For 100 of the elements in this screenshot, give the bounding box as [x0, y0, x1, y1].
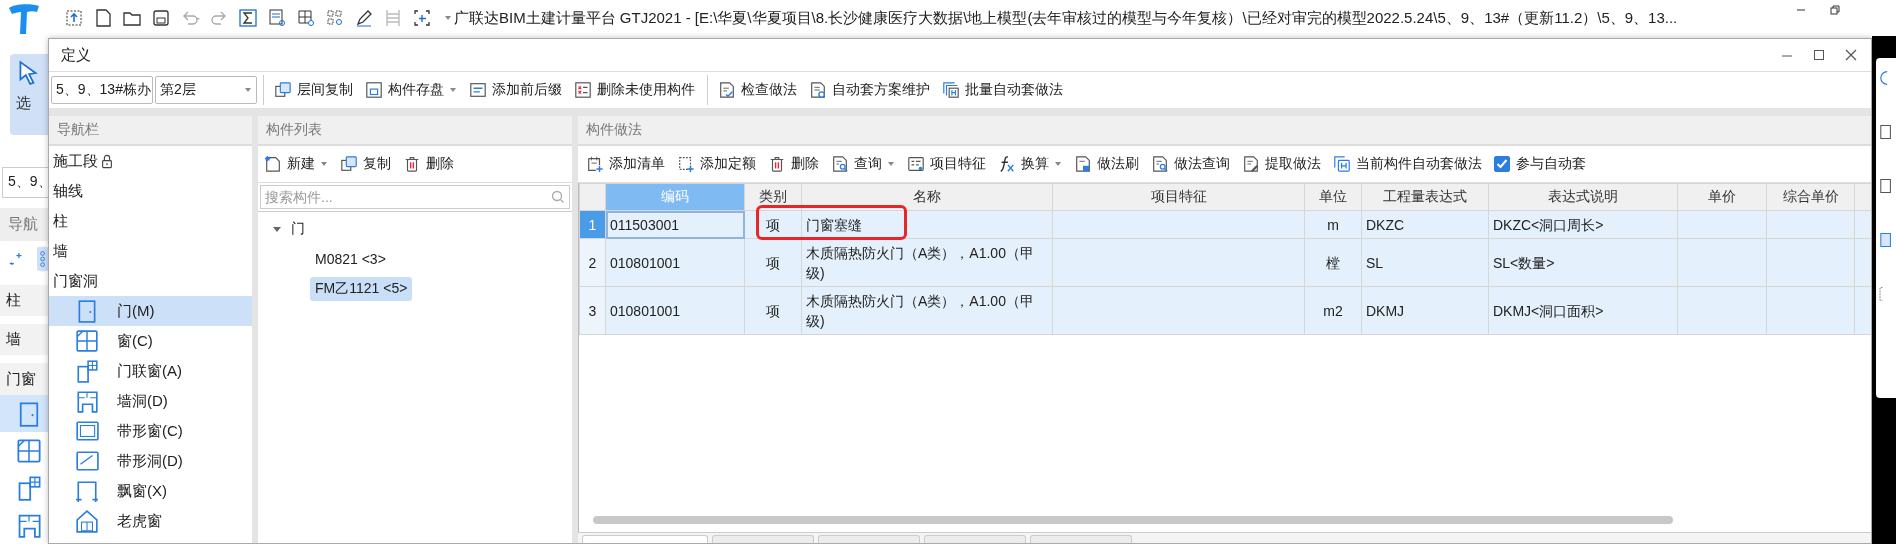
nav-item[interactable]: 轴线: [49, 176, 252, 206]
toolbar-button[interactable]: 删除: [762, 149, 825, 179]
nav-item[interactable]: 带形洞(D): [49, 446, 252, 476]
toolbar-button[interactable]: 提取做法: [1236, 149, 1327, 179]
toolbar-button[interactable]: 删除未使用构件: [568, 75, 701, 105]
toolbar-button[interactable]: 添加前后缀: [463, 75, 568, 105]
nav-item[interactable]: 墙: [49, 236, 252, 266]
search-field[interactable]: 搜索构件...: [260, 185, 570, 209]
caret-icon: [887, 160, 895, 168]
nav-item[interactable]: 老虎窗: [49, 506, 252, 536]
row-number[interactable]: 3: [579, 286, 606, 335]
upload-icon[interactable]: [64, 8, 84, 28]
window-icon[interactable]: [16, 437, 42, 464]
document-gear-icon: [809, 81, 827, 99]
wall-opening-icon[interactable]: [16, 512, 42, 539]
grid-icon[interactable]: [325, 8, 345, 28]
toolbar-button[interactable]: 添加清单: [580, 149, 671, 179]
toolbar-button[interactable]: 删除: [397, 149, 460, 179]
caret-icon[interactable]: [444, 14, 452, 22]
nav-item[interactable]: 门窗: [0, 363, 48, 395]
toolbar-button[interactable]: 做法刷: [1068, 149, 1145, 179]
table-cell: 木质隔热防火门（A类），A1.00（甲级): [801, 238, 1053, 287]
toolbar-button[interactable]: 换算: [992, 149, 1068, 179]
column-header[interactable]: 表达式说明: [1488, 183, 1678, 211]
table-cell: m2: [1304, 286, 1362, 335]
select-value: 第2层: [160, 81, 196, 99]
screenshot-icon[interactable]: [412, 8, 432, 28]
table-cell: 项: [744, 286, 802, 335]
trash-icon: [403, 155, 421, 173]
column-header[interactable]: 综合单价: [1766, 183, 1855, 211]
table-cell: 项: [744, 238, 802, 287]
search-icon: [551, 190, 564, 203]
wall-opening-icon: [75, 389, 99, 413]
table-cell: 门窗塞缝: [801, 210, 1053, 239]
column-header[interactable]: 工程量表达式: [1361, 183, 1489, 211]
table-cell: 010801001: [605, 238, 745, 287]
row-number[interactable]: 2: [579, 238, 606, 287]
tree-item[interactable]: M0821 <3>: [310, 248, 391, 270]
tree-item[interactable]: FM乙1121 <5>: [310, 277, 413, 301]
maximize-icon[interactable]: [1813, 49, 1825, 61]
tree-item[interactable]: 门: [286, 217, 310, 241]
toolbar-button[interactable]: 做法查询: [1145, 149, 1236, 179]
nav-item[interactable]: 窗(C): [49, 326, 252, 356]
building-select[interactable]: 5、9、13#栋办: [51, 76, 153, 104]
nav-item[interactable]: 门窗洞: [49, 266, 252, 296]
nav-item[interactable]: 带形窗(C): [49, 416, 252, 446]
checkbox[interactable]: [1494, 156, 1510, 172]
nav-item[interactable]: 墙洞(D): [49, 386, 252, 416]
nav-item[interactable]: 墙: [0, 324, 48, 356]
panel-title: 导航栏: [49, 116, 252, 146]
column-header[interactable]: 单价: [1677, 183, 1767, 211]
save-icon[interactable]: [151, 8, 171, 28]
nav-item[interactable]: 柱: [49, 206, 252, 236]
column-header[interactable]: 单位: [1304, 183, 1362, 211]
toolbar-button[interactable]: 自动套方案维护: [803, 75, 936, 105]
caret-icon: [1054, 160, 1062, 168]
sum-icon[interactable]: [238, 8, 258, 28]
dormer-window-icon: [75, 509, 99, 533]
expanded-arrow-icon[interactable]: [272, 224, 282, 234]
door-window-icon[interactable]: [16, 475, 42, 502]
select-tool-button[interactable]: 选: [10, 54, 48, 135]
toolbar-button[interactable]: 检查做法: [707, 75, 803, 105]
table-cell: DKMJ: [1361, 286, 1489, 335]
grid-search-icon[interactable]: [296, 8, 316, 28]
window-title: 广联达BIM土建计量平台 GTJ2021 - [E:\华夏\华夏项目\8.长沙健康医疗大数据\地上模型(去年审核过的模型与今年复核）\已经对审完的模型2022.5.24\5、9、13#（更新11.2）\5、9、13...: [454, 8, 1678, 28]
toolbar-button[interactable]: 查询: [825, 149, 901, 179]
add-list-icon: [586, 155, 604, 173]
floor-select[interactable]: 第2层: [155, 76, 257, 104]
toolbar-button[interactable]: 添加定额: [671, 149, 762, 179]
nav-item[interactable]: 门(M): [49, 296, 252, 326]
nav-item[interactable]: 门联窗(A): [49, 356, 252, 386]
table-search-icon[interactable]: [267, 8, 287, 28]
table-cell: SL: [1361, 238, 1489, 287]
toolbar-button[interactable]: 层间复制: [263, 75, 359, 105]
horizontal-scrollbar[interactable]: [593, 516, 1673, 524]
list-delete-icon: [574, 81, 592, 99]
column-header[interactable]: 名称: [801, 183, 1053, 211]
new-document-icon[interactable]: [93, 8, 113, 28]
toolbar-button[interactable]: 批量自动套做法: [936, 75, 1069, 105]
document-brush-icon: [1074, 155, 1092, 173]
nav-item[interactable]: 施工段: [49, 146, 252, 176]
function-icon: [998, 155, 1016, 173]
pen-icon[interactable]: [354, 8, 374, 28]
table-cell: 011503001: [605, 210, 745, 239]
toolbar-button[interactable]: 当前构件自动套做法: [1327, 149, 1488, 179]
dots-icon[interactable]: [36, 246, 48, 272]
add-grid-icon: [677, 155, 695, 173]
toolbar-button[interactable]: 构件存盘: [359, 75, 463, 105]
toolbar-button[interactable]: 复制: [334, 149, 397, 179]
table-cell: DKZC<洞口周长>: [1488, 210, 1678, 239]
column-header[interactable]: 项目特征: [1052, 183, 1305, 211]
nav-item[interactable]: 柱: [0, 284, 48, 317]
caret-icon: [320, 160, 328, 168]
nav-item[interactable]: 飘窗(X): [49, 476, 252, 506]
toolbar-button[interactable]: 新建: [258, 149, 334, 179]
close-icon[interactable]: [1845, 49, 1857, 61]
trash-icon: [768, 155, 786, 173]
toolbar-button[interactable]: 项目特征: [901, 149, 992, 179]
panel-title: 构件列表: [258, 116, 572, 146]
restore-icon[interactable]: [1829, 4, 1841, 16]
